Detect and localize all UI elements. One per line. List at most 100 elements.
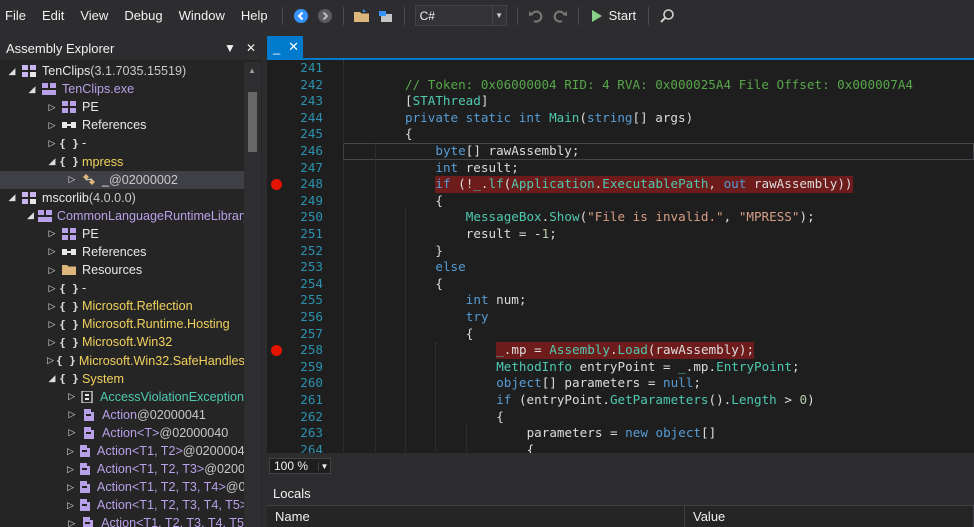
code-line[interactable]: 251 result = -1; <box>267 226 974 243</box>
search-icon[interactable] <box>657 6 677 26</box>
code-line[interactable]: 241 <box>267 60 974 77</box>
code-line[interactable]: 260 object[] parameters = null; <box>267 375 974 392</box>
expanded-triangle-icon[interactable]: ◢ <box>27 210 34 221</box>
collapsed-triangle-icon[interactable]: ▷ <box>47 138 57 149</box>
code-line[interactable]: 252} <box>267 243 974 260</box>
tree-item[interactable]: ▷ AccessViolationException <box>0 388 244 406</box>
scrollbar-thumb[interactable] <box>248 92 257 152</box>
panel-menu-icon[interactable]: ▼ <box>224 41 236 55</box>
expanded-triangle-icon[interactable]: ◢ <box>7 66 17 77</box>
tree-item[interactable]: ◢ CommonLanguageRuntimeLibrary <box>0 207 244 225</box>
code-line[interactable]: 264 { <box>267 442 974 453</box>
menu-file[interactable]: File <box>0 0 34 31</box>
code-line[interactable]: 249 { <box>267 193 974 210</box>
close-icon[interactable]: ✕ <box>288 39 299 55</box>
collapsed-triangle-icon[interactable]: ▷ <box>67 174 77 185</box>
tree-item[interactable]: ▷{ } Microsoft.Runtime.Hosting <box>0 315 244 333</box>
zoom-select[interactable]: 100 % ▼ <box>269 458 331 474</box>
open-list-icon[interactable] <box>376 6 396 26</box>
tree-item[interactable]: ▷ Action<T1, T2, T3, T4> @02000044 <box>0 478 244 496</box>
collapsed-triangle-icon[interactable]: ▷ <box>47 120 57 131</box>
collapsed-triangle-icon[interactable]: ▷ <box>67 482 74 493</box>
code-line[interactable]: 244 private static int Main(string[] args… <box>267 110 974 127</box>
collapsed-triangle-icon[interactable]: ▷ <box>47 355 54 366</box>
language-select[interactable]: C# ▼ <box>414 5 507 26</box>
code-line[interactable]: 261 if (entryPoint.GetParameters().Length… <box>267 392 974 409</box>
collapsed-triangle-icon[interactable]: ▷ <box>47 301 57 312</box>
code-editor[interactable]: 241 242 // Token: 0x06000004 RID: 4 RVA: 0… <box>267 60 974 453</box>
collapsed-triangle-icon[interactable]: ▷ <box>47 337 57 348</box>
code-line[interactable]: 263 parameters = new object[] <box>267 425 974 442</box>
breakpoint-icon[interactable] <box>271 345 282 357</box>
tree-item[interactable]: ▷ References <box>0 243 244 261</box>
start-button[interactable]: Start <box>585 8 642 23</box>
assembly-tree[interactable]: ◢ TenClips (3.1.7035.15519) ◢ TenClips.exe ▷… <box>0 62 244 527</box>
forward-arrow-icon[interactable] <box>315 6 335 26</box>
code-line[interactable]: 250 MessageBox.Show("File is invalid.", "… <box>267 209 974 226</box>
expanded-triangle-icon[interactable]: ◢ <box>27 84 37 95</box>
tree-item[interactable]: ▷ PE <box>0 98 244 116</box>
menu-help[interactable]: Help <box>233 0 276 31</box>
code-line[interactable]: 258 _.mp = Assembly.Load(rawAssembly); <box>267 342 974 359</box>
tree-item[interactable]: ◢{ } mpress <box>0 152 244 170</box>
code-line[interactable]: 248 if (!_.lf(Application.ExecutablePath,… <box>267 176 974 193</box>
code-line[interactable]: 254 { <box>267 276 974 293</box>
redo-icon[interactable] <box>550 6 570 26</box>
tree-item[interactable]: ▷ Action<T1, T2, T3, T4, T5 <box>0 514 244 527</box>
tree-item[interactable]: ▷ References <box>0 116 244 134</box>
expanded-triangle-icon[interactable]: ◢ <box>47 156 57 167</box>
breakpoint-icon[interactable] <box>271 179 282 191</box>
explorer-scrollbar[interactable]: ▲ <box>244 62 261 527</box>
back-arrow-icon[interactable] <box>291 6 311 26</box>
tree-item[interactable]: ◢ mscorlib (4.0.0.0) <box>0 189 244 207</box>
code-line[interactable]: 257 { <box>267 326 974 343</box>
tree-item[interactable]: ▷ Resources <box>0 261 244 279</box>
code-line[interactable]: 253 else <box>267 259 974 276</box>
collapsed-triangle-icon[interactable]: ▷ <box>67 391 76 402</box>
code-line[interactable]: 242 // Token: 0x06000004 RID: 4 RVA: 0x00… <box>267 77 974 94</box>
collapsed-triangle-icon[interactable]: ▷ <box>67 427 77 438</box>
tab-document[interactable]: _ ✕ <box>267 36 303 58</box>
tree-item[interactable]: ▷ Action<T1, T2, T3> @02000043 <box>0 460 244 478</box>
collapsed-triangle-icon[interactable]: ▷ <box>47 319 57 330</box>
tree-item[interactable]: ◢ TenClips.exe <box>0 80 244 98</box>
collapsed-triangle-icon[interactable]: ▷ <box>67 500 74 511</box>
undo-icon[interactable] <box>526 6 546 26</box>
collapsed-triangle-icon[interactable]: ▷ <box>47 283 57 294</box>
locals-column-name[interactable]: Name <box>267 506 685 527</box>
collapsed-triangle-icon[interactable]: ▷ <box>67 446 74 457</box>
collapsed-triangle-icon[interactable]: ▷ <box>47 265 57 276</box>
scroll-up-icon[interactable]: ▲ <box>248 66 256 75</box>
menu-debug[interactable]: Debug <box>116 0 170 31</box>
tree-item[interactable]: ▷ Action<T> @02000040 <box>0 424 244 442</box>
code-line[interactable]: 245 { <box>267 126 974 143</box>
code-line[interactable]: 259 MethodInfo entryPoint = _.mp.EntryPoi… <box>267 359 974 376</box>
collapsed-triangle-icon[interactable]: ▷ <box>67 464 74 475</box>
code-line[interactable]: 262 { <box>267 409 974 426</box>
code-line[interactable]: 255 int num; <box>267 292 974 309</box>
close-icon[interactable]: ✕ <box>246 41 256 55</box>
open-file-icon[interactable] <box>352 6 372 26</box>
code-line[interactable]: 256 try <box>267 309 974 326</box>
collapsed-triangle-icon[interactable]: ▷ <box>47 246 57 257</box>
expanded-triangle-icon[interactable]: ◢ <box>7 192 17 203</box>
tree-item[interactable]: ▷ _ @02000002 <box>0 170 244 189</box>
menu-edit[interactable]: Edit <box>34 0 72 31</box>
code-line[interactable]: 247 int result; <box>267 160 974 177</box>
menu-view[interactable]: View <box>72 0 116 31</box>
collapsed-triangle-icon[interactable]: ▷ <box>67 409 77 420</box>
tree-item[interactable]: ▷{ } - <box>0 279 244 297</box>
tree-item[interactable]: ▷{ } Microsoft.Win32 <box>0 333 244 351</box>
collapsed-triangle-icon[interactable]: ▷ <box>47 228 57 239</box>
tree-item[interactable]: ▷{ } - <box>0 134 244 152</box>
tree-item[interactable]: ▷{ } Microsoft.Reflection <box>0 297 244 315</box>
code-line[interactable]: 246 byte[] rawAssembly; <box>267 143 974 160</box>
tree-item[interactable]: ◢{ } System <box>0 370 244 388</box>
collapsed-triangle-icon[interactable]: ▷ <box>67 518 77 527</box>
menu-window[interactable]: Window <box>171 0 233 31</box>
tree-item[interactable]: ▷{ } Microsoft.Win32.SafeHandles <box>0 352 244 370</box>
code-line[interactable]: 243 [STAThread] <box>267 93 974 110</box>
expanded-triangle-icon[interactable]: ◢ <box>47 373 57 384</box>
collapsed-triangle-icon[interactable]: ▷ <box>47 102 57 113</box>
tree-item[interactable]: ▷ Action<T1, T2, T3, T4, T5> <box>0 496 244 514</box>
